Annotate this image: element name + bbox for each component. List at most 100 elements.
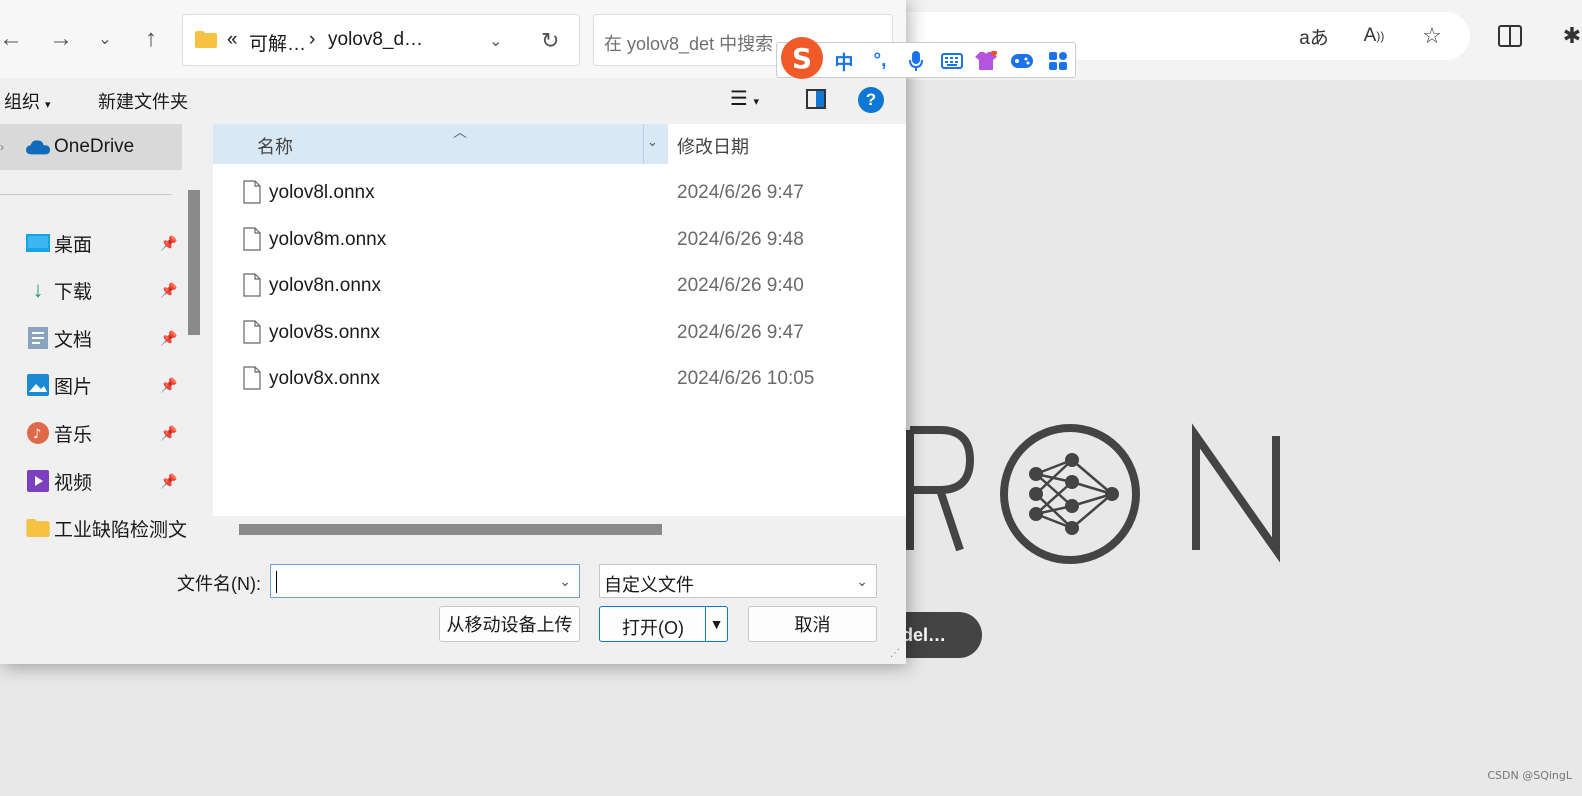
chevron-down-icon[interactable]: ⌄: [559, 573, 571, 590]
sogou-logo-icon[interactable]: S: [781, 37, 823, 79]
column-dropdown-icon[interactable]: ⌄: [647, 134, 658, 150]
extensions-icon[interactable]: ✱: [1556, 20, 1582, 52]
filename-input[interactable]: ⌄: [270, 564, 580, 598]
split-screen-icon[interactable]: [1494, 20, 1526, 52]
sidebar-item-videos[interactable]: 视频 📌: [0, 458, 182, 504]
file-name: yolov8n.onnx: [269, 275, 381, 296]
column-header-date[interactable]: 修改日期: [677, 133, 749, 159]
resize-grip-icon[interactable]: ⋰: [890, 648, 900, 659]
sidebar-item-onedrive[interactable]: › OneDrive: [0, 124, 182, 170]
pin-icon: 📌: [160, 281, 178, 298]
breadcrumb-segment[interactable]: 可解…: [249, 29, 306, 56]
open-file-dialog: ← → ⌄ ↑ « 可解… › yolov8_d… ⌄ ↻ 在 yolov8_d…: [0, 0, 906, 664]
sidebar-item-downloads[interactable]: ↓ 下载 📌: [0, 267, 182, 313]
sidebar-item-label: 下载: [54, 281, 93, 303]
up-arrow-icon[interactable]: ↑: [134, 22, 168, 56]
pin-icon: 📌: [160, 472, 178, 489]
pin-icon: 📌: [160, 234, 178, 251]
chevron-down-icon[interactable]: ⌄: [489, 31, 502, 51]
folder-icon: [26, 516, 50, 540]
favorite-star-icon[interactable]: ☆: [1416, 20, 1448, 52]
gamepad-icon[interactable]: [1009, 49, 1035, 73]
file-name: yolov8s.onnx: [269, 322, 380, 343]
pin-icon: 📌: [160, 376, 178, 393]
sidebar-scrollbar[interactable]: [188, 190, 200, 335]
organize-menu[interactable]: 组织 ▾: [4, 88, 51, 114]
refresh-icon[interactable]: ↻: [541, 28, 559, 54]
file-row[interactable]: yolov8l.onnx 2024/6/26 9:47: [213, 170, 906, 216]
upload-from-mobile-button[interactable]: 从移动设备上传: [439, 606, 580, 642]
file-date: 2024/6/26 9:47: [677, 322, 804, 343]
view-options-icon[interactable]: ☰ ▾: [730, 86, 759, 111]
sidebar-item-folder[interactable]: 工业缺陷检测文: [0, 505, 187, 542]
file-icon: [243, 180, 261, 204]
sidebar-item-documents[interactable]: 文档 📌: [0, 315, 182, 361]
file-list: ︿ 名称 ⌄ 修改日期 yolov8l.onnx 2024/6/26 9:47 …: [213, 124, 906, 542]
svg-text:♪: ♪: [33, 427, 41, 442]
text-caret: [276, 571, 277, 593]
chevron-down-icon[interactable]: ⌄: [856, 573, 868, 590]
open-options-dropdown-icon[interactable]: ▼: [705, 607, 727, 641]
pin-icon: 📌: [160, 329, 178, 346]
sort-ascending-icon: ︿: [453, 124, 467, 140]
column-header-name[interactable]: ︿ 名称 ⌄: [213, 124, 668, 164]
column-name-label: 名称: [257, 137, 293, 157]
dialog-footer: 文件名(N): ⌄ 自定义文件 ⌄ 从移动设备上传 打开(O) ▼ 取消 ⋰: [0, 542, 906, 664]
forward-arrow-icon[interactable]: →: [44, 22, 78, 56]
read-aloud-icon[interactable]: A)): [1358, 20, 1390, 52]
search-input[interactable]: 在 yolov8_det 中搜索: [604, 30, 773, 56]
sidebar-item-label: 视频: [54, 472, 93, 494]
documents-icon: [26, 326, 50, 350]
preview-pane-icon[interactable]: [806, 89, 826, 109]
skin-shirt-icon[interactable]: [973, 49, 999, 73]
toolbox-grid-icon[interactable]: [1045, 49, 1071, 73]
dialog-toolbar: 组织 ▾ 新建文件夹 ☰ ▾ ?: [0, 78, 906, 124]
navigation-pane: › OneDrive 桌面 📌 ↓ 下载 📌 文档 📌 图片 📌 ♪ 音乐 📌 …: [0, 124, 204, 542]
recent-locations-chevron-icon[interactable]: ⌄: [88, 22, 122, 56]
breadcrumb-overflow[interactable]: «: [227, 29, 238, 51]
file-name: yolov8x.onnx: [269, 368, 380, 389]
microphone-icon[interactable]: [903, 49, 929, 73]
translate-icon[interactable]: aあ: [1298, 20, 1330, 52]
file-date: 2024/6/26 9:40: [677, 275, 804, 296]
sidebar-item-label: 音乐: [54, 424, 93, 446]
help-icon[interactable]: ?: [858, 87, 884, 113]
open-button[interactable]: 打开(O) ▼: [599, 606, 728, 642]
cancel-button[interactable]: 取消: [748, 606, 877, 642]
file-row[interactable]: yolov8m.onnx 2024/6/26 9:48: [213, 217, 906, 263]
expand-chevron-icon[interactable]: ›: [0, 140, 4, 154]
breadcrumb-separator: ›: [309, 29, 316, 50]
onedrive-cloud-icon: [26, 135, 50, 159]
horizontal-scrollbar-thumb[interactable]: [239, 524, 662, 535]
keyboard-icon[interactable]: [939, 49, 965, 73]
folder-icon: [195, 31, 217, 48]
punctuation-toggle[interactable]: °,: [867, 49, 893, 73]
file-icon: [243, 227, 261, 251]
input-mode-toggle[interactable]: 中: [831, 49, 857, 74]
new-folder-button[interactable]: 新建文件夹: [98, 88, 188, 114]
open-button-label: 打开(O): [622, 618, 684, 638]
pictures-icon: [26, 373, 50, 397]
file-name: yolov8m.onnx: [269, 229, 387, 250]
column-separator[interactable]: [643, 124, 644, 164]
netron-logo: [900, 420, 1320, 570]
sidebar-item-pictures[interactable]: 图片 📌: [0, 362, 182, 408]
sidebar-item-desktop[interactable]: 桌面 📌: [0, 220, 182, 266]
videos-icon: [26, 469, 50, 493]
address-breadcrumb[interactable]: « 可解… › yolov8_d… ⌄ ↻: [182, 14, 580, 66]
file-date: 2024/6/26 10:05: [677, 368, 815, 389]
file-icon: [243, 273, 261, 297]
file-row[interactable]: yolov8n.onnx 2024/6/26 9:40: [213, 263, 906, 309]
breadcrumb-segment[interactable]: yolov8_d…: [328, 29, 423, 51]
desktop-icon: [26, 231, 50, 255]
file-date: 2024/6/26 9:47: [677, 182, 804, 203]
back-arrow-icon[interactable]: ←: [0, 22, 28, 56]
file-name: yolov8l.onnx: [269, 182, 375, 203]
dialog-navbar: ← → ⌄ ↑ « 可解… › yolov8_d… ⌄ ↻ 在 yolov8_d…: [0, 0, 906, 78]
file-type-select[interactable]: 自定义文件 ⌄: [599, 564, 877, 598]
file-row[interactable]: yolov8x.onnx 2024/6/26 10:05: [213, 356, 906, 402]
file-row[interactable]: yolov8s.onnx 2024/6/26 9:47: [213, 310, 906, 356]
watermark: CSDN @SQingL: [1487, 769, 1572, 782]
sidebar-item-music[interactable]: ♪ 音乐 📌: [0, 410, 182, 456]
sidebar-item-label: 工业缺陷检测文: [54, 519, 188, 541]
